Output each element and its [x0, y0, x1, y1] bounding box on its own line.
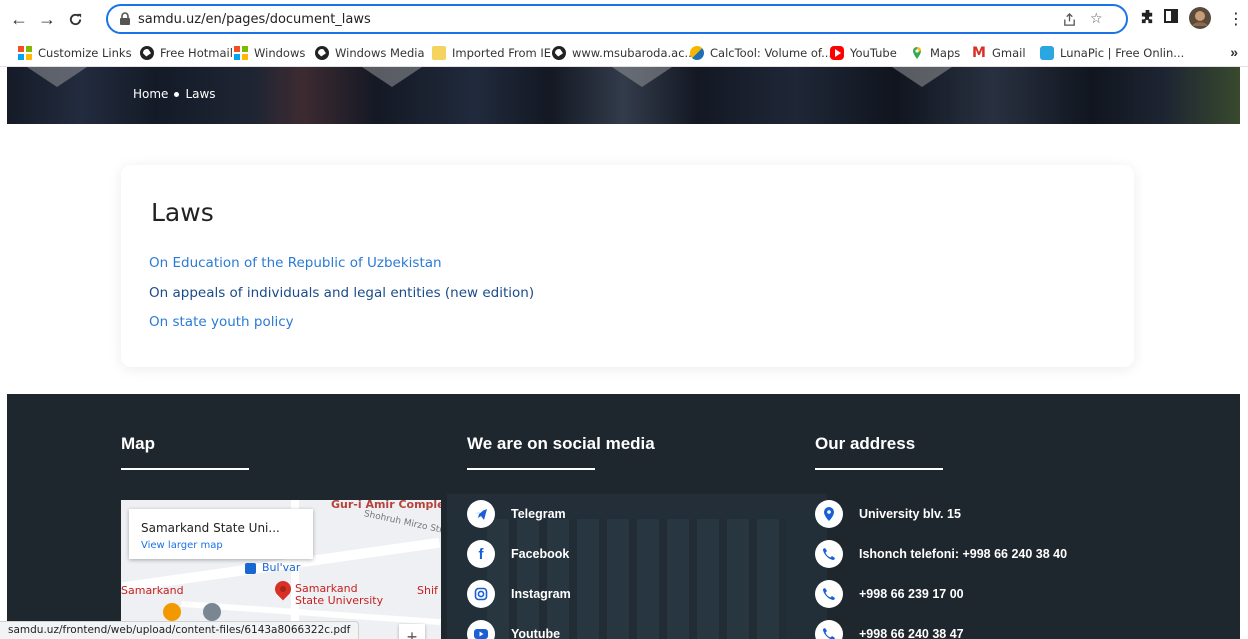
social-heading: We are on social media — [467, 434, 655, 453]
menu-kebab-icon[interactable]: ⋮ — [1228, 9, 1244, 29]
map-place-name: Samarkand State Uni... — [141, 521, 280, 535]
bookmark-imported-from-ie[interactable]: Imported From IE — [432, 44, 551, 61]
extensions-icon[interactable] — [1140, 9, 1155, 29]
url-text: samdu.uz/en/pages/document_laws — [138, 12, 371, 27]
youtube-icon — [467, 620, 495, 639]
page-title: Laws — [151, 198, 214, 227]
bookmark-lunapic[interactable]: LunaPic | Free Onlin... — [1040, 44, 1184, 61]
bookmark-windows-media[interactable]: Windows Media — [315, 44, 425, 61]
address-phone-3[interactable]: +998 66 240 38 47 — [815, 620, 964, 639]
phone-icon — [815, 620, 843, 639]
law-link-appeals[interactable]: On appeals of individuals and legal enti… — [149, 285, 534, 301]
microsoft-icon — [18, 45, 32, 60]
restaurant-marker-icon — [163, 603, 181, 621]
map-heading-underline — [121, 468, 249, 470]
calctool-icon — [690, 45, 704, 60]
phone-icon — [815, 580, 843, 608]
globe-icon — [552, 45, 566, 60]
youtube-icon — [830, 45, 844, 60]
bookmark-windows[interactable]: Windows — [234, 44, 305, 61]
breadcrumb-current: Laws — [185, 87, 216, 101]
address-bar[interactable]: samdu.uz/en/pages/document_laws ☆ — [106, 4, 1128, 34]
map-label-university: Samarkand State University — [295, 582, 384, 607]
address-heading-underline — [815, 468, 943, 470]
place-marker-icon — [203, 603, 221, 621]
footer: Map We are on social media Our address G… — [7, 394, 1240, 639]
browser-toolbar: ← → samdu.uz/en/pages/document_laws ☆ ⋮ — [0, 0, 1248, 38]
map-zoom-in-button[interactable]: + — [399, 624, 425, 639]
view-larger-map-link[interactable]: View larger map — [141, 540, 223, 551]
breadcrumb-separator — [174, 91, 180, 97]
map-label-samarkand: Samarkand — [121, 584, 184, 597]
forward-arrow-icon[interactable]: → — [36, 8, 58, 30]
address-heading: Our address — [815, 434, 916, 453]
address-trust-phone[interactable]: Ishonch telefoni: +998 66 240 38 40 — [815, 540, 1067, 568]
address-street: University blv. 15 — [815, 500, 961, 528]
microsoft-icon — [234, 45, 248, 60]
phone-icon — [815, 540, 843, 568]
maps-icon — [910, 46, 924, 60]
law-link-youth-policy[interactable]: On state youth policy — [149, 314, 294, 330]
gmail-icon: M — [972, 44, 986, 61]
bookmark-msubaroda[interactable]: www.msubaroda.ac... — [552, 44, 696, 61]
embedded-map[interactable]: Gur-i Amir Complex Shohruh Mirzo Stre Bu… — [121, 500, 441, 639]
profile-avatar[interactable] — [1189, 7, 1211, 34]
map-label-shif: Shif — [417, 584, 438, 597]
globe-icon — [315, 45, 329, 60]
globe-icon — [140, 45, 154, 60]
lunapic-icon — [1040, 45, 1054, 60]
map-label-gur-amir: Gur-i Amir Complex — [331, 500, 441, 511]
social-link-youtube[interactable]: Youtube — [467, 620, 560, 639]
location-pin-icon — [815, 500, 843, 528]
map-label-bulvar: Bul'var — [245, 561, 300, 574]
social-link-instagram[interactable]: Instagram — [467, 580, 571, 608]
instagram-icon — [467, 580, 495, 608]
map-label-street: Shohruh Mirzo Stre — [362, 509, 441, 537]
social-heading-underline — [467, 468, 595, 470]
social-link-facebook[interactable]: f Facebook — [467, 540, 569, 568]
law-link-education[interactable]: On Education of the Republic of Uzbekist… — [149, 255, 442, 271]
side-panel-icon[interactable] — [1164, 9, 1178, 28]
reload-icon[interactable] — [64, 8, 86, 30]
social-link-telegram[interactable]: Telegram — [467, 500, 566, 528]
laws-card: Laws On Education of the Republic of Uzb… — [121, 165, 1134, 367]
address-phone-2[interactable]: +998 66 239 17 00 — [815, 580, 964, 608]
bookmark-maps[interactable]: Maps — [910, 44, 960, 61]
facebook-icon: f — [467, 540, 495, 568]
link-preview-status-bar: samdu.uz/frontend/web/upload/content-fil… — [0, 621, 360, 639]
bookmark-gmail[interactable]: M Gmail — [972, 44, 1026, 61]
lock-icon — [120, 12, 130, 25]
bookmark-star-icon[interactable]: ☆ — [1090, 10, 1103, 27]
bookmark-free-hotmail[interactable]: Free Hotmail — [140, 44, 233, 61]
share-icon[interactable] — [1062, 12, 1077, 30]
bookmarks-overflow-chevron-icon[interactable]: » — [1230, 44, 1238, 60]
map-heading: Map — [121, 434, 155, 453]
bookmarks-bar: Customize Links Free Hotmail Windows Win… — [0, 38, 1248, 67]
bookmark-customize-links[interactable]: Customize Links — [18, 44, 132, 61]
breadcrumb: Home Laws — [133, 87, 216, 101]
map-place-card: Samarkand State Uni... View larger map — [129, 509, 313, 559]
back-arrow-icon[interactable]: ← — [8, 8, 30, 30]
telegram-icon — [467, 500, 495, 528]
hero-banner: Home Laws — [7, 67, 1240, 124]
bookmark-youtube[interactable]: YouTube — [830, 44, 897, 61]
folder-icon — [432, 45, 446, 60]
bookmark-calctool[interactable]: CalcTool: Volume of... — [690, 44, 832, 61]
breadcrumb-home-link[interactable]: Home — [133, 87, 168, 101]
